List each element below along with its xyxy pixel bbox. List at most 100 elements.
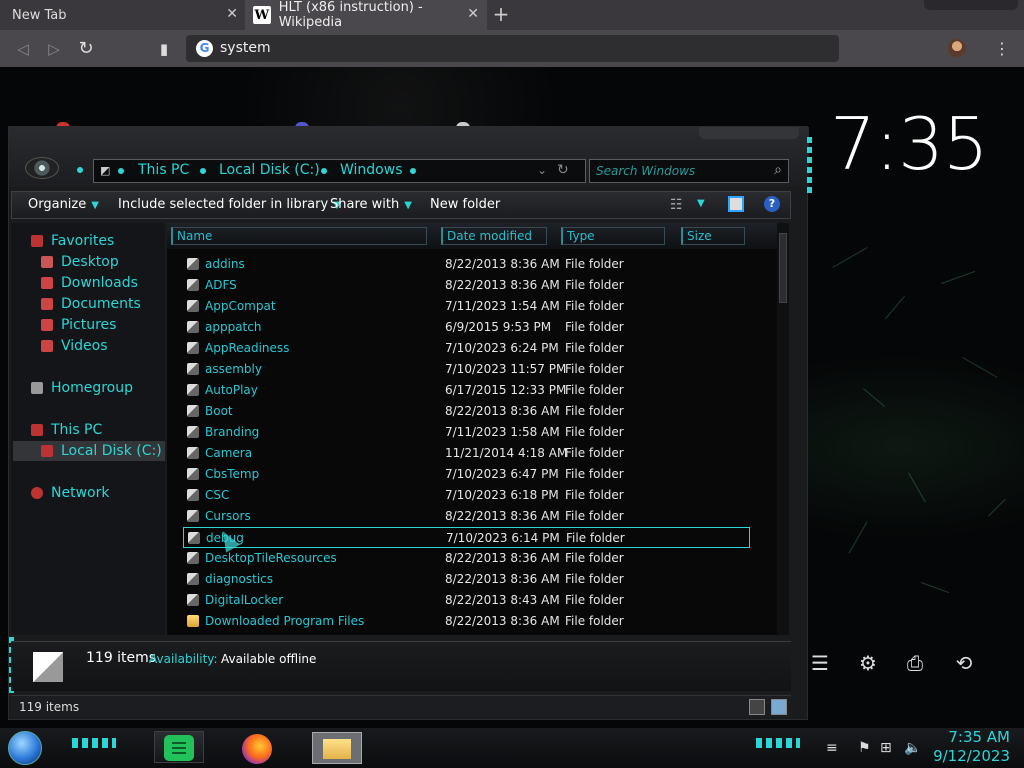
file-date: 8/22/2013 8:36 AM [445, 614, 560, 628]
table-row[interactable]: Boot 8/22/2013 8:36 AM File folder [183, 401, 750, 422]
chevron-down-icon[interactable]: ▼ [697, 198, 705, 209]
nav-downloads[interactable]: Downloads [41, 275, 138, 291]
nav-videos[interactable]: Videos [41, 338, 108, 354]
table-row[interactable]: apppatch 6/9/2015 9:53 PM File folder [183, 317, 750, 338]
nav-this-pc[interactable]: This PC [31, 422, 102, 438]
column-header-date[interactable]: Date modified [441, 227, 547, 245]
vertical-scrollbar[interactable] [777, 223, 789, 635]
breadcrumb-separator-icon [200, 168, 206, 174]
table-row[interactable]: CSC 7/10/2023 6:18 PM File folder [183, 485, 750, 506]
nav-desktop[interactable]: Desktop [41, 254, 119, 270]
sliders-icon[interactable]: ☰ [808, 651, 832, 675]
taskbar-time[interactable]: 7:35 AM [940, 728, 1010, 746]
chevron-down-icon[interactable]: ⌄ [537, 163, 547, 177]
reload-icon[interactable]: ↻ [75, 38, 97, 60]
taskbar-date[interactable]: 9/12/2023 [930, 747, 1010, 765]
file-name: AppCompat [205, 299, 276, 313]
forward-icon[interactable]: ▷ [43, 38, 65, 60]
nav-documents[interactable]: Documents [41, 296, 141, 312]
action-center-flag-icon[interactable]: ⚑ [858, 740, 871, 756]
details-item-count: 119 items [86, 650, 157, 666]
address-bar[interactable]: G system [186, 35, 839, 62]
table-row[interactable]: DigitalLocker 8/22/2013 8:43 AM File folde… [183, 590, 750, 611]
include-in-library-button[interactable]: Include selected folder in library ▼ [118, 197, 341, 212]
folder-icon [187, 279, 199, 291]
file-explorer-icon[interactable] [312, 732, 362, 764]
notes-app-icon[interactable] [164, 735, 194, 761]
large-icons-view-icon[interactable] [771, 699, 787, 715]
nav-local-disk[interactable]: Local Disk (C:) [41, 443, 162, 459]
search-input[interactable]: Search Windows ⌕ [589, 159, 789, 183]
file-type: File folder [565, 446, 624, 460]
table-row[interactable]: Downloaded Program Files 8/22/2013 8:36 A… [183, 611, 750, 632]
organize-label: Organize [28, 197, 87, 212]
close-icon[interactable]: ✕ [467, 6, 479, 22]
column-header-type[interactable]: Type [561, 227, 665, 245]
nav-pictures[interactable]: Pictures [41, 317, 116, 333]
profile-avatar[interactable] [948, 39, 966, 57]
table-row[interactable]: Cursors 8/22/2013 8:36 AM File folder [183, 506, 750, 527]
tray-expand-icon[interactable]: ≡ [826, 740, 838, 756]
tab-wikipedia[interactable]: W HLT (x86 instruction) - Wikipedia ✕ [245, 0, 487, 30]
close-icon[interactable]: ✕ [226, 6, 238, 22]
include-label: Include selected folder in library [118, 197, 329, 212]
tab-new-tab[interactable]: New Tab ✕ [0, 0, 244, 30]
nav-network[interactable]: Network [31, 485, 109, 501]
pictures-icon [41, 319, 53, 331]
history-icon[interactable]: ⟲ [952, 651, 976, 675]
nav-homegroup[interactable]: Homegroup [31, 380, 133, 396]
table-row[interactable]: diagnostics 8/22/2013 8:36 AM File folder [183, 569, 750, 590]
view-options-icon[interactable]: ☷ [670, 197, 683, 213]
new-tab-button[interactable]: + [490, 4, 512, 26]
table-row[interactable]: CbsTemp 7/10/2023 6:47 PM File folder [183, 464, 750, 485]
refresh-icon[interactable]: ↻ [557, 162, 569, 178]
table-row[interactable]: addins 8/22/2013 8:36 AM File folder [183, 254, 750, 275]
details-view-icon[interactable] [749, 699, 765, 715]
table-row[interactable]: debug 7/10/2023 6:14 PM File folder [183, 527, 750, 548]
search-icon[interactable]: ⌕ [774, 162, 782, 178]
breadcrumb-windows[interactable]: Windows [340, 162, 403, 178]
share-with-button[interactable]: Share with ▼ [330, 197, 412, 212]
nav-favorites[interactable]: Favorites [31, 233, 114, 249]
table-row[interactable]: AppReadiness 7/10/2023 6:24 PM File folder [183, 338, 750, 359]
column-header-size[interactable]: Size [681, 227, 745, 245]
drive-icon: ◩ [100, 164, 111, 177]
breadcrumb-this-pc[interactable]: This PC [138, 162, 189, 178]
scrollbar-thumb[interactable] [779, 233, 787, 303]
table-row[interactable]: Branding 7/11/2023 1:58 AM File folder [183, 422, 750, 443]
chevron-down-icon: ▼ [91, 200, 99, 211]
firefox-icon[interactable] [242, 734, 272, 764]
table-row[interactable]: AppCompat 7/11/2023 1:54 AM File folder [183, 296, 750, 317]
start-button[interactable] [8, 731, 42, 765]
back-icon[interactable]: ◁ [12, 38, 34, 60]
network-tray-icon[interactable]: ⊞ [880, 740, 892, 756]
settings-gear-icon[interactable]: ⚙ [856, 651, 880, 675]
file-date: 7/10/2023 6:18 PM [445, 488, 559, 502]
bookmark-panel-icon[interactable]: ⎙ [903, 651, 927, 675]
explorer-address-bar[interactable]: ◩ This PC Local Disk (C:) Windows ⌄ ↻ [93, 159, 586, 183]
nav-label: Local Disk (C:) [61, 443, 162, 459]
column-header-name[interactable]: Name [171, 227, 427, 245]
folder-icon [187, 426, 199, 438]
table-row[interactable]: ADFS 8/22/2013 8:36 AM File folder [183, 275, 750, 296]
table-row[interactable]: DesktopTileResources 8/22/2013 8:36 AM Fil… [183, 548, 750, 569]
file-type: File folder [565, 278, 624, 292]
organize-button[interactable]: Organize ▼ [28, 197, 99, 212]
address-bar-text[interactable]: system [220, 40, 271, 56]
table-row[interactable]: AutoPlay 6/17/2015 12:33 PM File folder [183, 380, 750, 401]
bookmark-icon[interactable]: ▮ [153, 38, 175, 60]
breadcrumb-separator-icon [321, 168, 327, 174]
documents-icon [41, 298, 53, 310]
help-icon[interactable]: ? [764, 196, 780, 212]
menu-icon[interactable]: ⋮ [992, 38, 1012, 60]
desktop-clock: 7:35 [830, 102, 989, 186]
file-type: File folder [565, 320, 624, 334]
table-row[interactable]: assembly 7/10/2023 11:57 PM File folder [183, 359, 750, 380]
table-row[interactable]: Camera 11/21/2014 4:18 AM File folder [183, 443, 750, 464]
new-folder-button[interactable]: New folder [430, 197, 500, 212]
share-label: Share with [330, 197, 400, 212]
window-controls-strip [924, 0, 1018, 10]
volume-icon[interactable]: 🔈 [904, 740, 921, 756]
breadcrumb-local-disk[interactable]: Local Disk (C:) [219, 162, 320, 178]
preview-pane-icon[interactable] [728, 196, 744, 212]
